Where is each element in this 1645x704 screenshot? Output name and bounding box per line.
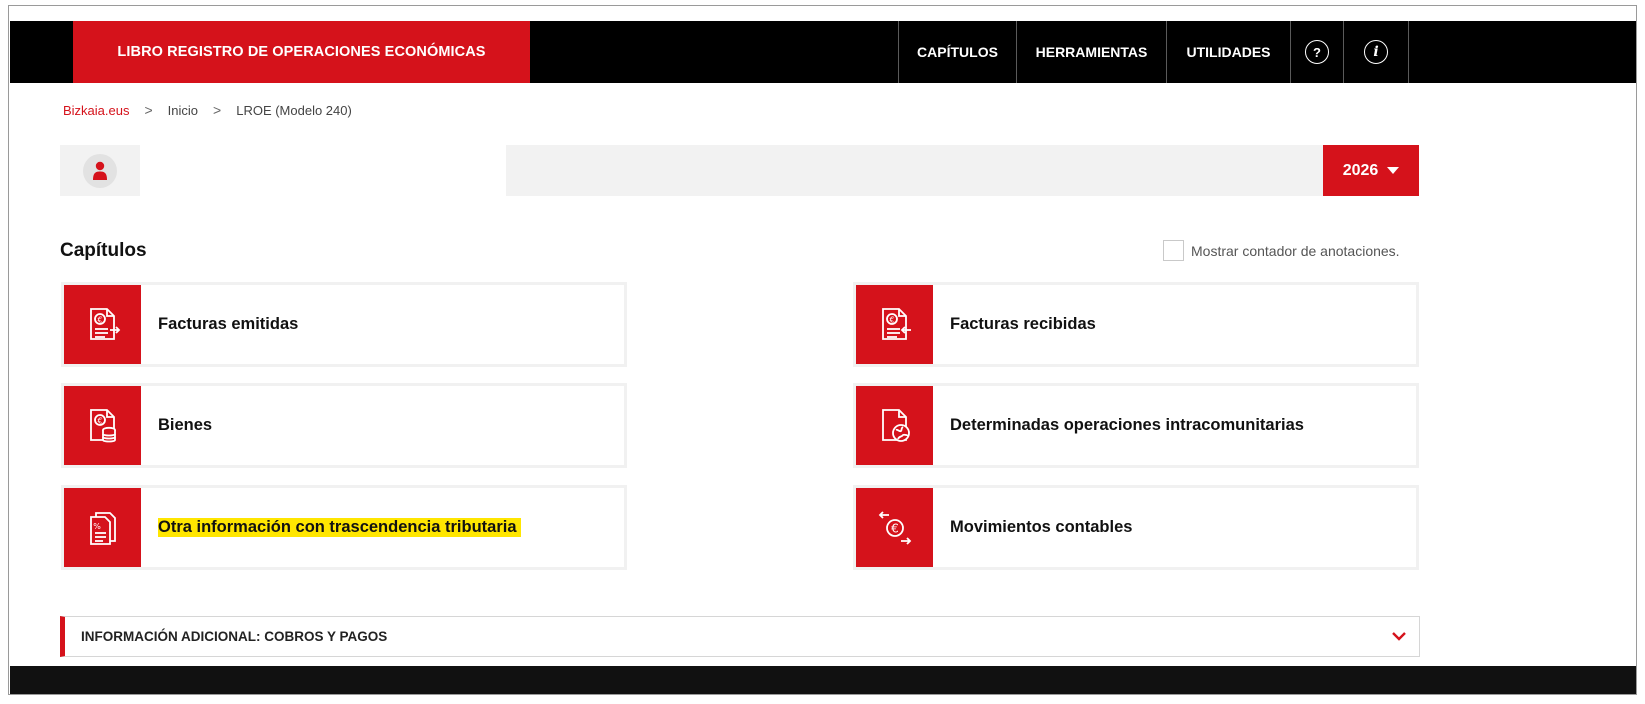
caret-down-icon: [1387, 167, 1400, 174]
page-frame: LIBRO REGISTRO DE OPERACIONES ECONÓMICAS…: [8, 5, 1637, 695]
counter-checkbox[interactable]: [1163, 240, 1184, 261]
card-label: Facturas emitidas: [158, 315, 299, 333]
invoice-in-icon: €: [856, 285, 933, 364]
svg-text:€: €: [891, 521, 899, 535]
main-nav: CAPÍTULOS HERRAMIENTAS UTILIDADES ? i: [898, 21, 1409, 83]
user-icon: [83, 154, 117, 188]
card-label: Bienes: [158, 416, 213, 434]
svg-text:€: €: [97, 416, 102, 425]
top-navigation-bar: LIBRO REGISTRO DE OPERACIONES ECONÓMICAS…: [10, 21, 1636, 83]
card-label: Otra información con trascendencia tribu…: [158, 518, 521, 537]
help-button[interactable]: ?: [1290, 21, 1343, 83]
invoice-out-icon: €: [64, 285, 141, 364]
nav-capitulos[interactable]: CAPÍTULOS: [898, 21, 1016, 83]
card-facturas-recibidas[interactable]: € Facturas recibidas: [853, 282, 1419, 367]
year-selector[interactable]: 2026: [1323, 145, 1419, 196]
svg-text:%: %: [93, 522, 101, 531]
card-facturas-emitidas[interactable]: € Facturas emitidas: [61, 282, 627, 367]
year-value: 2026: [1342, 161, 1379, 179]
card-label: Facturas recibidas: [950, 315, 1096, 333]
breadcrumb: Bizkaia.eus > Inicio > LROE (Modelo 240): [63, 102, 352, 118]
card-label: Movimientos contables: [950, 518, 1133, 536]
card-otra-informacion[interactable]: % Otra información con trascendencia tri…: [61, 485, 627, 570]
info-icon: i: [1364, 40, 1388, 64]
tax-info-icon: %: [64, 488, 141, 567]
nav-utilidades[interactable]: UTILIDADES: [1166, 21, 1290, 83]
taxpayer-bar: [506, 145, 1323, 196]
app-title[interactable]: LIBRO REGISTRO DE OPERACIONES ECONÓMICAS: [73, 21, 530, 83]
user-box[interactable]: [60, 145, 140, 196]
accordion-label: INFORMACIÓN ADICIONAL: COBROS Y PAGOS: [81, 629, 388, 644]
nav-herramientas[interactable]: HERRAMIENTAS: [1016, 21, 1166, 83]
breadcrumb-inicio[interactable]: Inicio: [168, 103, 198, 118]
svg-text:€: €: [889, 315, 894, 324]
section-title: Capítulos: [60, 240, 147, 261]
card-bienes[interactable]: € Bienes: [61, 383, 627, 468]
bottom-bar: [10, 666, 1636, 694]
breadcrumb-bizkaia-link[interactable]: Bizkaia.eus: [63, 103, 129, 118]
breadcrumb-separator: >: [213, 102, 222, 118]
assets-icon: €: [64, 386, 141, 465]
svg-text:€: €: [97, 315, 102, 324]
chevron-down-icon: [1392, 632, 1406, 641]
breadcrumb-current: LROE (Modelo 240): [236, 102, 352, 118]
additional-info-accordion[interactable]: INFORMACIÓN ADICIONAL: COBROS Y PAGOS: [60, 616, 1420, 657]
accounting-movements-icon: €: [856, 488, 933, 567]
counter-label: Mostrar contador de anotaciones.: [1191, 242, 1400, 259]
breadcrumb-separator: >: [144, 102, 153, 118]
card-label: Determinadas operaciones intracomunitari…: [950, 416, 1304, 434]
counter-toggle[interactable]: Mostrar contador de anotaciones.: [1163, 240, 1400, 261]
help-icon: ?: [1305, 40, 1329, 64]
info-button[interactable]: i: [1343, 21, 1409, 83]
card-operaciones-intracomunitarias[interactable]: Determinadas operaciones intracomunitari…: [853, 383, 1419, 468]
intracommunity-icon: [856, 386, 933, 465]
card-movimientos-contables[interactable]: € Movimientos contables: [853, 485, 1419, 570]
